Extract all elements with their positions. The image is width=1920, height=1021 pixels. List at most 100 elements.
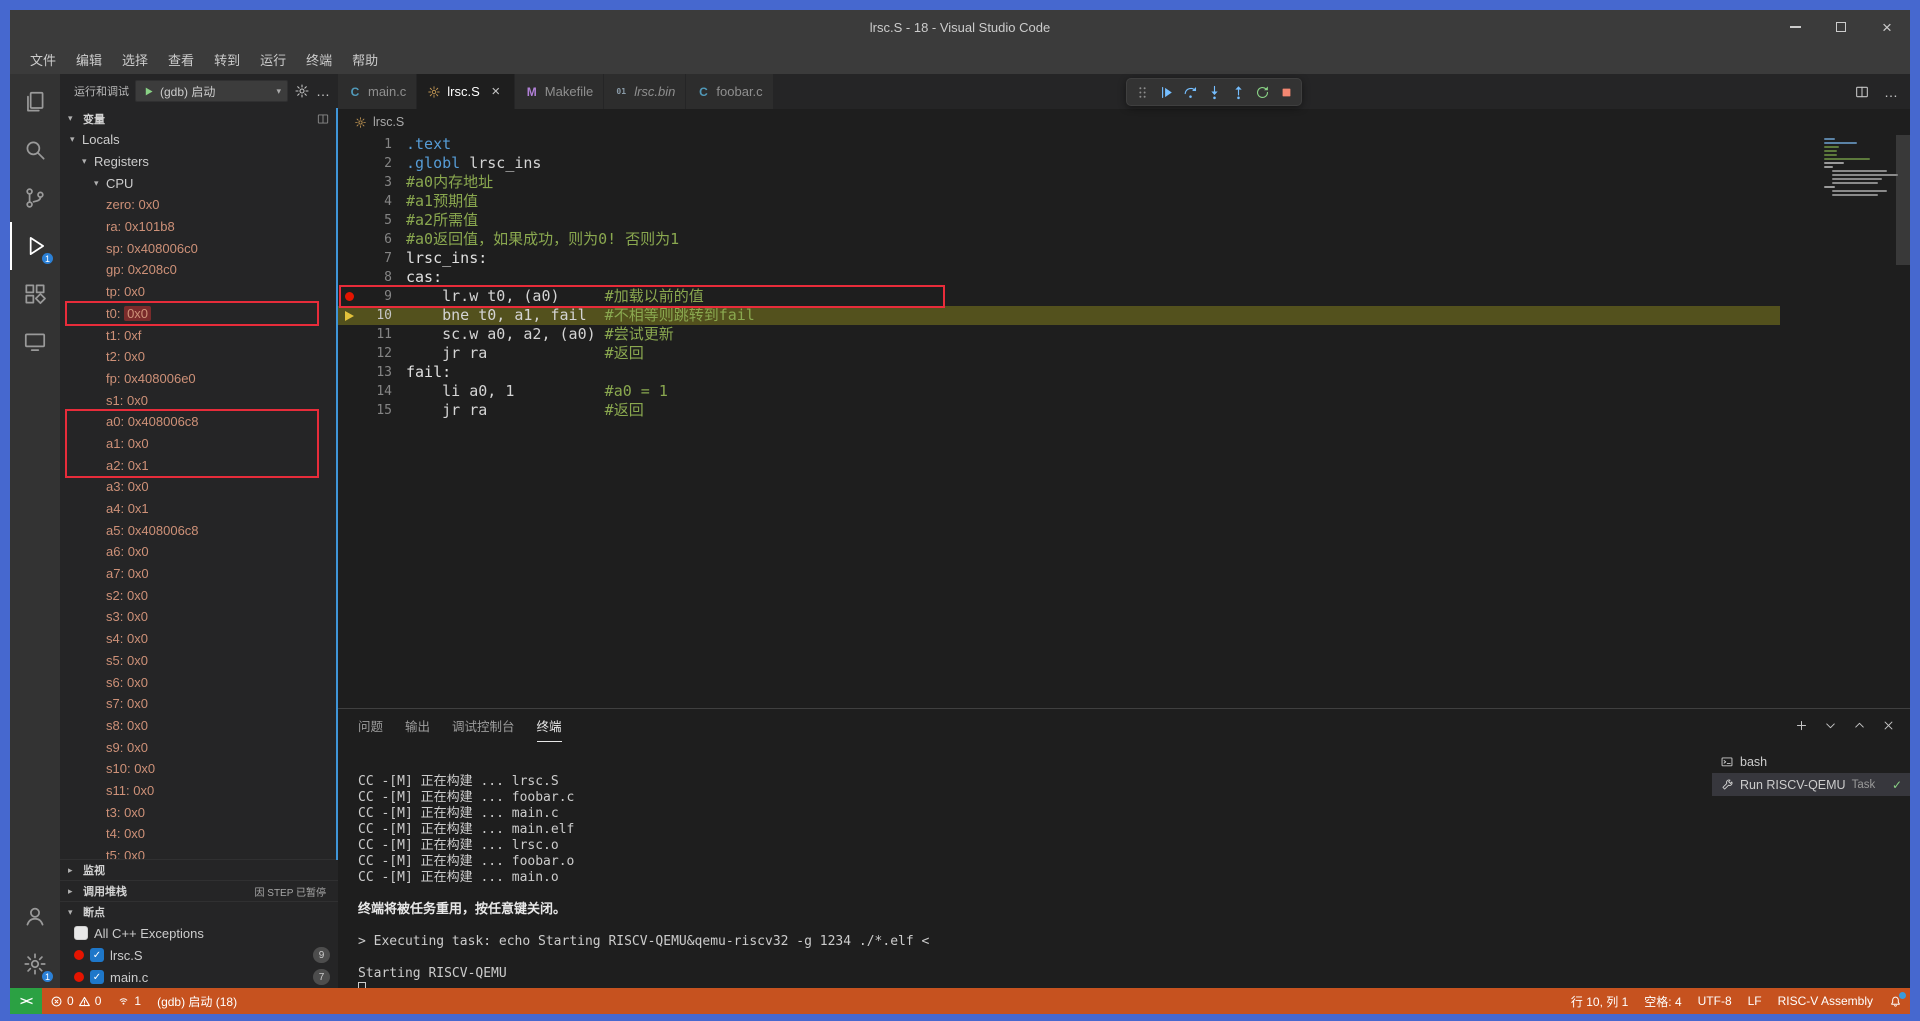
register-row-s11[interactable]: s11: 0x0 (60, 780, 338, 802)
language-mode[interactable]: RISC-V Assembly (1770, 988, 1881, 1014)
register-row-s6[interactable]: s6: 0x0 (60, 671, 338, 693)
breakpoint-checkbox[interactable]: ✓ (90, 948, 104, 962)
register-row-a2[interactable]: a2: 0x1 (60, 454, 338, 476)
tab-makefile[interactable]: MMakefile (515, 74, 604, 109)
launch-config-dropdown[interactable]: (gdb) 启动 ▾ (135, 80, 288, 102)
watch-section-header[interactable]: ▸ 监视 (60, 859, 338, 880)
problems-indicator[interactable]: 0 0 (42, 988, 109, 1014)
activity-explorer[interactable] (10, 78, 60, 126)
menu-item-5[interactable]: 转到 (204, 48, 250, 70)
gutter-breakpoint-zone[interactable] (338, 306, 360, 325)
editor-scrollbar[interactable] (1896, 135, 1910, 708)
gutter-breakpoint-zone[interactable] (338, 192, 360, 211)
menu-item-6[interactable]: 运行 (250, 48, 296, 70)
terminal-list-item-run-riscv-qemu[interactable]: Run RISCV-QEMUTask✓ (1712, 773, 1910, 796)
restart-button[interactable] (1250, 79, 1274, 105)
gutter-breakpoint-zone[interactable] (338, 325, 360, 344)
register-row-zero[interactable]: zero: 0x0 (60, 194, 338, 216)
register-row-a1[interactable]: a1: 0x0 (60, 433, 338, 455)
register-row-gp[interactable]: gp: 0x208c0 (60, 259, 338, 281)
gutter-breakpoint-zone[interactable] (338, 173, 360, 192)
debug-status[interactable]: (gdb) 启动 (18) (149, 988, 245, 1014)
close-button[interactable]: × (1864, 10, 1910, 44)
register-row-a6[interactable]: a6: 0x0 (60, 541, 338, 563)
panel-tab-输出[interactable]: 输出 (405, 709, 430, 742)
register-row-a3[interactable]: a3: 0x0 (60, 476, 338, 498)
variables-section-header[interactable]: ▾ 变量 (60, 108, 338, 129)
activity-account[interactable] (10, 892, 60, 940)
split-editor-icon[interactable] (1854, 84, 1870, 100)
step-over-button[interactable] (1178, 79, 1202, 105)
panel-tab-问题[interactable]: 问题 (358, 709, 383, 742)
tab-lrsc-s[interactable]: lrsc.S× (417, 74, 515, 109)
register-row-s10[interactable]: s10: 0x0 (60, 758, 338, 780)
menu-item-2[interactable]: 编辑 (66, 48, 112, 70)
gutter-breakpoint-zone[interactable] (338, 211, 360, 230)
callstack-section-header[interactable]: ▸ 调用堆栈 因 STEP 已暂停 (60, 880, 338, 901)
gutter-breakpoint-zone[interactable] (338, 344, 360, 363)
menu-item-3[interactable]: 选择 (112, 48, 158, 70)
code-line-11[interactable]: 11 sc.w a0, a2, (a0) #尝试更新 (338, 325, 1780, 344)
new-terminal-icon[interactable] (1794, 718, 1809, 733)
tab-main-c[interactable]: Cmain.c (338, 74, 417, 109)
editor-more-actions-icon[interactable]: … (1884, 85, 1898, 99)
activity-extensions[interactable] (10, 270, 60, 318)
terminal-output[interactable]: CC -[M] 正在构建 ... lrsc.SCC -[M] 正在构建 ... … (338, 742, 1712, 988)
indentation-setting[interactable]: 空格: 4 (1636, 988, 1689, 1014)
remote-indicator[interactable]: >< (10, 988, 42, 1014)
tree-node-registers[interactable]: ▾Registers (60, 151, 338, 173)
gutter-breakpoint-zone[interactable] (338, 135, 360, 154)
gutter-breakpoint-zone[interactable] (338, 154, 360, 173)
code-line-8[interactable]: 8cas: (338, 268, 1780, 287)
activity-remote-explorer[interactable] (10, 318, 60, 366)
file-encoding[interactable]: UTF-8 (1690, 988, 1740, 1014)
code-editor[interactable]: 1.text2.globl lrsc_ins3#a0内存地址4#a1预期值5#a… (338, 135, 1910, 708)
register-row-s4[interactable]: s4: 0x0 (60, 628, 338, 650)
register-row-t5[interactable]: t5: 0x0 (60, 845, 338, 859)
register-row-s1[interactable]: s1: 0x0 (60, 389, 338, 411)
continue-button[interactable] (1154, 79, 1178, 105)
gutter-breakpoint-zone[interactable] (338, 363, 360, 382)
register-row-t4[interactable]: t4: 0x0 (60, 823, 338, 845)
gutter-breakpoint-zone[interactable] (338, 287, 360, 306)
register-row-s9[interactable]: s9: 0x0 (60, 736, 338, 758)
cursor-position[interactable]: 行 10, 列 1 (1563, 988, 1636, 1014)
register-row-tp[interactable]: tp: 0x0 (60, 281, 338, 303)
code-line-13[interactable]: 13fail: (338, 363, 1780, 382)
code-line-1[interactable]: 1.text (338, 135, 1780, 154)
register-row-sp[interactable]: sp: 0x408006c0 (60, 237, 338, 259)
breakpoint-checkbox[interactable]: ✓ (90, 970, 104, 984)
register-row-t0[interactable]: t0: 0x0 (60, 303, 338, 325)
register-row-a7[interactable]: a7: 0x0 (60, 563, 338, 585)
register-row-s5[interactable]: s5: 0x0 (60, 650, 338, 672)
register-row-ra[interactable]: ra: 0x101b8 (60, 216, 338, 238)
ports-indicator[interactable]: 1 (109, 988, 149, 1014)
minimize-button[interactable] (1772, 10, 1818, 44)
scrollbar-thumb[interactable] (1896, 135, 1910, 265)
debug-gear-icon[interactable] (294, 83, 310, 99)
register-row-t3[interactable]: t3: 0x0 (60, 801, 338, 823)
maximize-button[interactable] (1818, 10, 1864, 44)
activity-search[interactable] (10, 126, 60, 174)
activity-settings[interactable]: 1 (10, 940, 60, 988)
step-out-button[interactable] (1226, 79, 1250, 105)
tab-lrsc-bin[interactable]: 01lrsc.bin (604, 74, 686, 109)
code-line-12[interactable]: 12 jr ra #返回 (338, 344, 1780, 363)
code-line-9[interactable]: 9 lr.w t0, (a0) #加载以前的值 (338, 287, 1780, 306)
variables-panel-icon[interactable] (316, 112, 330, 126)
code-line-2[interactable]: 2.globl lrsc_ins (338, 154, 1780, 173)
code-line-6[interactable]: 6#a0返回值，如果成功，则为0! 否则为1 (338, 230, 1780, 249)
gutter-breakpoint-zone[interactable] (338, 249, 360, 268)
gutter-breakpoint-zone[interactable] (338, 268, 360, 287)
step-into-button[interactable] (1202, 79, 1226, 105)
code-line-14[interactable]: 14 li a0, 1 #a0 = 1 (338, 382, 1780, 401)
terminal-picker-icon[interactable] (1823, 718, 1838, 733)
stop-button[interactable] (1274, 79, 1298, 105)
breakpoint-item-all-c-exceptions[interactable]: All C++ Exceptions (60, 922, 338, 944)
breakpoints-section-header[interactable]: ▾ 断点 (60, 901, 338, 922)
debug-more-actions-icon[interactable]: … (316, 84, 330, 98)
eol-setting[interactable]: LF (1740, 988, 1770, 1014)
activity-run-and-debug[interactable]: 1 (10, 222, 60, 270)
breadcrumb[interactable]: lrsc.S (338, 109, 1910, 135)
tree-node-locals[interactable]: ▾Locals (60, 129, 338, 151)
